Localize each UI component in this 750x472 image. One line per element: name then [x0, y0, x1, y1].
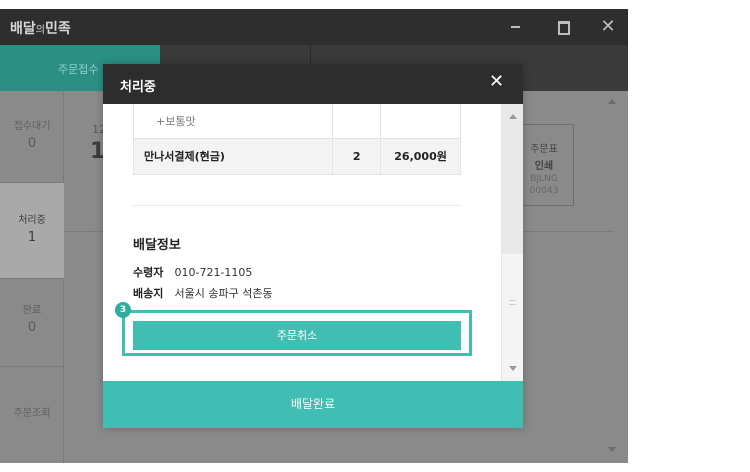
address-value: 서울시 송파구 석촌동	[174, 287, 273, 300]
sidebar-item-waiting[interactable]: 접수대기 0	[0, 91, 64, 183]
main-scrollbar[interactable]	[596, 91, 628, 463]
address-label: 배송지	[133, 287, 164, 300]
sidebar-item-label: 완료	[22, 305, 42, 316]
print-order-button[interactable]: 주문표 인쇄 BJLNG 00043	[514, 124, 574, 206]
delivery-complete-button[interactable]: 배달완료	[103, 381, 523, 428]
app-title-end: 민족	[44, 21, 71, 37]
scrollbar-track	[502, 104, 523, 254]
table-row: +보통맛	[132, 104, 461, 139]
processing-modal: 처리중 ✕ +보통맛 만나서결제(현금) 2 26,000원 배달정보 수령자	[103, 64, 523, 428]
delivery-info-title: 배달정보	[133, 238, 181, 253]
print-button-line1: 주문표	[530, 144, 558, 155]
modal-title: 처리중	[120, 80, 156, 95]
sidebar: 접수대기 0 처리중 1 완료 0 주문조회	[0, 91, 64, 463]
title-bar: 배달의민족 ✕	[0, 9, 628, 45]
modal-close-icon[interactable]: ✕	[489, 71, 504, 92]
sidebar-item-count: 0	[27, 320, 37, 335]
sidebar-item-label: 주문조회	[13, 408, 51, 419]
item-qty: 2	[332, 138, 382, 175]
sidebar-item-order-search[interactable]: 주문조회	[0, 367, 64, 463]
item-name: +보통맛	[132, 104, 334, 139]
print-button-code-b: 00043	[529, 186, 559, 196]
app-title-main: 배달	[10, 21, 36, 37]
modal-header: 처리중 ✕	[103, 64, 523, 104]
app-title-small: 의	[35, 25, 45, 36]
scroll-grip-icon[interactable]	[509, 300, 516, 305]
item-price: 26,000원	[380, 138, 461, 175]
item-price	[380, 104, 461, 139]
recipient-value: 010-721-1105	[174, 266, 253, 279]
print-button-code-a: BJLNG	[530, 174, 558, 184]
sidebar-item-label: 처리중	[18, 215, 46, 226]
cancel-highlight-box: 주문취소	[122, 310, 472, 356]
sidebar-item-count: 1	[27, 230, 37, 245]
table-row: 만나서결제(현금) 2 26,000원	[132, 138, 461, 175]
scroll-down-icon[interactable]	[509, 366, 517, 371]
sidebar-item-count: 0	[27, 136, 37, 151]
app-window: 배달의민족 ✕ 주문접수 접수대기 0 처리중 1 완료 0 주문조회 12 1…	[0, 9, 628, 463]
app-title: 배달의민족	[10, 18, 71, 38]
section-divider	[133, 205, 461, 206]
scroll-up-icon[interactable]	[509, 114, 517, 119]
modal-body: +보통맛 만나서결제(현금) 2 26,000원 배달정보 수령자 010-72…	[103, 104, 523, 381]
sidebar-item-label: 접수대기	[13, 121, 51, 132]
address-row: 배송지 서울시 송파구 석촌동	[133, 285, 273, 301]
scroll-down-icon[interactable]	[608, 447, 616, 452]
close-window-icon[interactable]: ✕	[590, 9, 626, 45]
recipient-row: 수령자 010-721-1105	[133, 264, 252, 280]
sidebar-item-completed[interactable]: 완료 0	[0, 279, 64, 367]
item-qty	[332, 104, 382, 139]
step-badge: 3	[115, 302, 131, 318]
modal-scrollbar[interactable]	[501, 104, 523, 381]
scroll-up-icon[interactable]	[608, 99, 616, 104]
order-items-table: +보통맛 만나서결제(현금) 2 26,000원	[132, 104, 461, 175]
print-button-line2: 인쇄	[534, 161, 554, 172]
tab-order-receive-label: 주문접수	[58, 63, 99, 76]
cancel-order-button[interactable]: 주문취소	[133, 321, 461, 350]
maximize-icon[interactable]	[545, 9, 581, 45]
recipient-label: 수령자	[133, 266, 164, 279]
item-name: 만나서결제(현금)	[132, 138, 334, 175]
minimize-icon[interactable]	[497, 9, 533, 45]
sidebar-item-processing[interactable]: 처리중 1	[0, 183, 64, 279]
